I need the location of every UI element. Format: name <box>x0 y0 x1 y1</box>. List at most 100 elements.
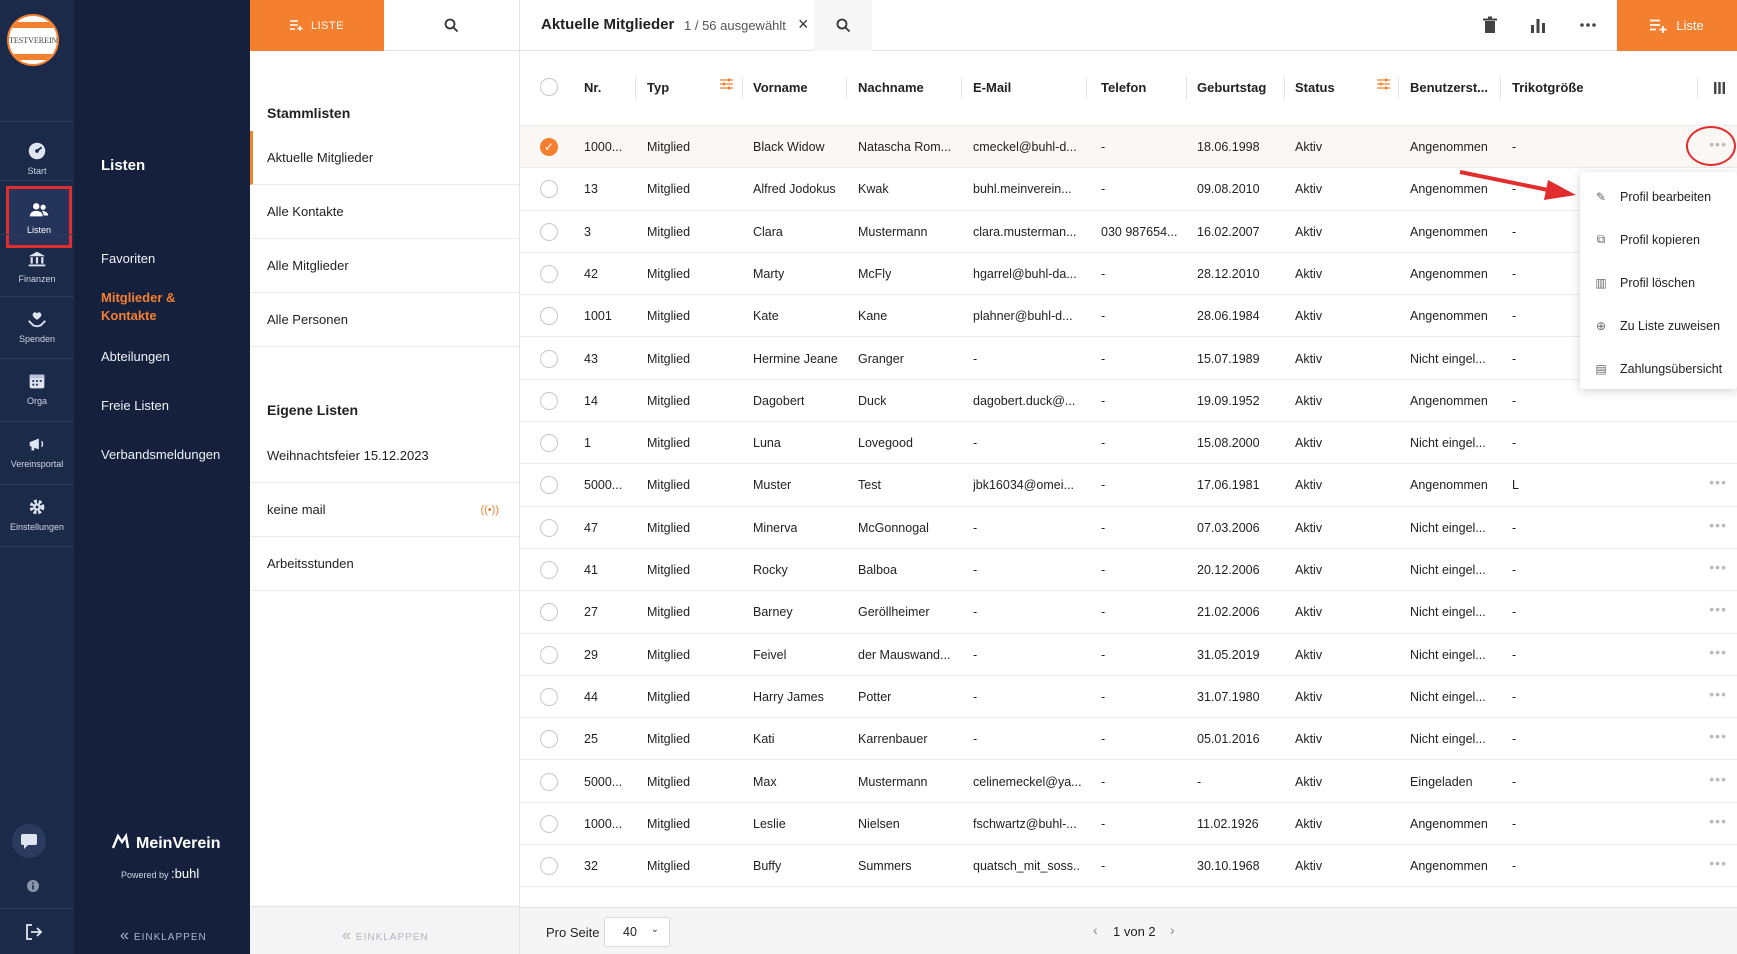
nav-item-verbandsmeldungen[interactable]: Verbandsmeldungen <box>101 446 220 464</box>
columns-settings-icon[interactable] <box>1714 82 1725 94</box>
menu-item-zu-liste-zuweisen[interactable]: ⊕ Zu Liste zuweisen <box>1580 304 1737 347</box>
column-header-email[interactable]: E-Mail <box>973 80 1011 95</box>
row-checkbox[interactable] <box>540 857 558 876</box>
column-header-status[interactable]: Status <box>1295 80 1335 95</box>
table-row[interactable]: 14 Mitglied Dagobert Duck dagobert.duck@... -… <box>520 380 1737 423</box>
row-checkbox[interactable] <box>540 307 558 326</box>
cell-nachname: Potter <box>858 689 892 704</box>
table-row[interactable]: 1 Mitglied Luna Lovegood - - 15.08.2000 Aktiv Ni… <box>520 422 1737 465</box>
table-row[interactable]: 32 Mitglied Buffy Summers quatsch_mit_soss..… <box>520 845 1737 888</box>
table-row[interactable]: 5000... Mitglied Muster Test jbk16034@omei..… <box>520 464 1737 507</box>
clear-selection-icon[interactable]: × <box>798 14 809 35</box>
column-header-vorname[interactable]: Vorname <box>753 80 808 95</box>
table-row[interactable]: 1000... Mitglied Leslie Nielsen fschwartz@bu… <box>520 803 1737 846</box>
list-item-weihnachtsfeier[interactable]: Weihnachtsfeier 15.12.2023 <box>250 429 519 483</box>
table-row[interactable]: ✓ 1000... Mitglied Black Widow Natascha Rom.… <box>520 126 1737 169</box>
filter-icon[interactable] <box>1377 78 1390 90</box>
row-checkbox[interactable] <box>540 518 558 537</box>
menu-item-zahlungsuebersicht[interactable]: ▤ Zahlungsübersicht <box>1580 347 1737 390</box>
select-all-checkbox[interactable] <box>540 78 558 96</box>
row-checkbox[interactable] <box>540 645 558 664</box>
row-more-icon[interactable]: ••• <box>1709 474 1727 490</box>
row-checkbox[interactable] <box>540 603 558 622</box>
row-more-icon[interactable]: ••• <box>1709 771 1727 787</box>
rail-item-einstellungen[interactable]: Einstellungen <box>0 486 74 548</box>
list-item-keine-mail[interactable]: keine mail ((•)) <box>250 483 519 537</box>
table-row[interactable]: 5000... Mitglied Max Mustermann celinemeckel… <box>520 761 1737 803</box>
trash-icon[interactable] <box>1480 15 1500 35</box>
info-icon[interactable] <box>27 880 39 892</box>
prev-page-icon[interactable]: ‹ <box>1093 922 1098 938</box>
row-checkbox[interactable] <box>540 814 558 833</box>
new-list-button[interactable]: Liste <box>1617 0 1737 51</box>
nav-collapse-button[interactable]: «EINKLAPPEN <box>120 927 207 945</box>
nav-item-abteilungen[interactable]: Abteilungen <box>101 348 170 366</box>
list-item-aktuelle-mitglieder[interactable]: Aktuelle Mitglieder <box>250 131 519 185</box>
table-row[interactable]: 27 Mitglied Barney Geröllheimer - - 21.02.2006… <box>520 591 1737 634</box>
column-header-geburtstag[interactable]: Geburtstag <box>1197 80 1266 95</box>
row-checkbox[interactable] <box>540 434 558 453</box>
table-row[interactable]: 44 Mitglied Harry James Potter - - 31.07.1980 A… <box>520 676 1737 719</box>
table-row[interactable]: 29 Mitglied Feivel der Mauswand... - - 31.05.2… <box>520 634 1737 676</box>
bar-chart-icon[interactable] <box>1528 15 1548 35</box>
row-checkbox[interactable] <box>540 391 558 410</box>
column-header-benutzerstatus[interactable]: Benutzerst... <box>1410 80 1488 95</box>
more-options-icon[interactable] <box>1578 15 1598 35</box>
row-checkbox[interactable] <box>540 349 558 368</box>
row-more-icon[interactable]: ••• <box>1709 601 1727 617</box>
row-more-icon[interactable]: ••• <box>1709 728 1727 744</box>
rail-item-vereinsportal[interactable]: Vereinsportal <box>0 423 74 485</box>
list-item-alle-kontakte[interactable]: Alle Kontakte <box>250 185 519 239</box>
rail-item-finanzen[interactable]: Finanzen <box>0 238 74 300</box>
tab-liste[interactable]: LISTE <box>250 0 384 51</box>
rail-item-spenden[interactable]: Spenden <box>0 298 74 360</box>
column-header-telefon[interactable]: Telefon <box>1101 80 1146 95</box>
list-item-alle-mitglieder[interactable]: Alle Mitglieder <box>250 239 519 293</box>
rail-item-start[interactable]: Start <box>0 130 74 192</box>
column-header-nachname[interactable]: Nachname <box>858 80 924 95</box>
table-row[interactable]: 41 Mitglied Rocky Balboa - - 20.12.2006 Aktiv Ni… <box>520 549 1737 592</box>
club-logo[interactable]: TESTVEREIN <box>7 14 59 66</box>
filter-icon[interactable] <box>720 78 733 90</box>
row-more-icon[interactable]: ••• <box>1709 644 1727 660</box>
row-checkbox[interactable] <box>540 687 558 706</box>
row-checkbox[interactable] <box>540 180 558 199</box>
column-header-nr[interactable]: Nr. <box>584 80 601 95</box>
table-row[interactable]: 43 Mitglied Hermine Jeane Granger - - 15.07.19… <box>520 338 1737 380</box>
support-chat-icon[interactable] <box>12 824 46 858</box>
row-checkbox[interactable]: ✓ <box>540 138 558 156</box>
row-more-icon[interactable]: ••• <box>1709 686 1727 702</box>
menu-item-profil-bearbeiten[interactable]: ✎ Profil bearbeiten <box>1580 175 1737 218</box>
list-item-alle-personen[interactable]: Alle Personen <box>250 293 519 347</box>
nav-item-favoriten[interactable]: Favoriten <box>101 250 155 268</box>
next-page-icon[interactable]: › <box>1170 922 1175 938</box>
row-checkbox[interactable] <box>540 561 558 579</box>
table-row[interactable]: 47 Mitglied Minerva McGonnogal - - 07.03.2006 A… <box>520 507 1737 549</box>
menu-item-profil-loeschen[interactable]: ▥ Profil löschen <box>1580 261 1737 304</box>
lists-collapse-button[interactable]: «EINKLAPPEN <box>342 927 429 945</box>
row-checkbox[interactable] <box>540 476 558 495</box>
row-checkbox[interactable] <box>540 730 558 749</box>
table-row[interactable]: 1001 Mitglied Kate Kane plahner@buhl-d... - 28… <box>520 295 1737 338</box>
row-checkbox[interactable] <box>540 264 558 283</box>
row-more-icon[interactable]: ••• <box>1709 813 1727 829</box>
table-row[interactable]: 42 Mitglied Marty McFly hgarrel@buhl-da... - 2… <box>520 253 1737 296</box>
nav-item-mitglieder-kontakte[interactable]: Mitglieder & Kontakte <box>101 289 191 325</box>
logout-icon[interactable] <box>25 924 43 940</box>
tab-search[interactable] <box>384 0 519 51</box>
per-page-select[interactable]: 40 ⌄ <box>604 917 670 947</box>
table-search-button[interactable] <box>814 0 872 51</box>
column-header-typ[interactable]: Typ <box>647 80 669 95</box>
nav-item-freie-listen[interactable]: Freie Listen <box>101 397 169 415</box>
row-more-icon[interactable]: ••• <box>1709 855 1727 871</box>
row-more-icon[interactable]: ••• <box>1709 517 1727 533</box>
row-checkbox[interactable] <box>540 222 558 241</box>
menu-item-profil-kopieren[interactable]: ⧉ Profil kopieren <box>1580 218 1737 261</box>
column-header-trikotgroesse[interactable]: Trikotgröße <box>1512 80 1584 95</box>
table-row[interactable]: 3 Mitglied Clara Mustermann clara.musterman.… <box>520 211 1737 253</box>
row-checkbox[interactable] <box>540 772 558 791</box>
list-item-arbeitsstunden[interactable]: Arbeitsstunden <box>250 537 519 591</box>
table-row[interactable]: 25 Mitglied Kati Karrenbauer - - 05.01.2016 Akt… <box>520 718 1737 761</box>
rail-item-orga[interactable]: Orga <box>0 360 74 422</box>
row-more-icon[interactable]: ••• <box>1709 559 1727 575</box>
